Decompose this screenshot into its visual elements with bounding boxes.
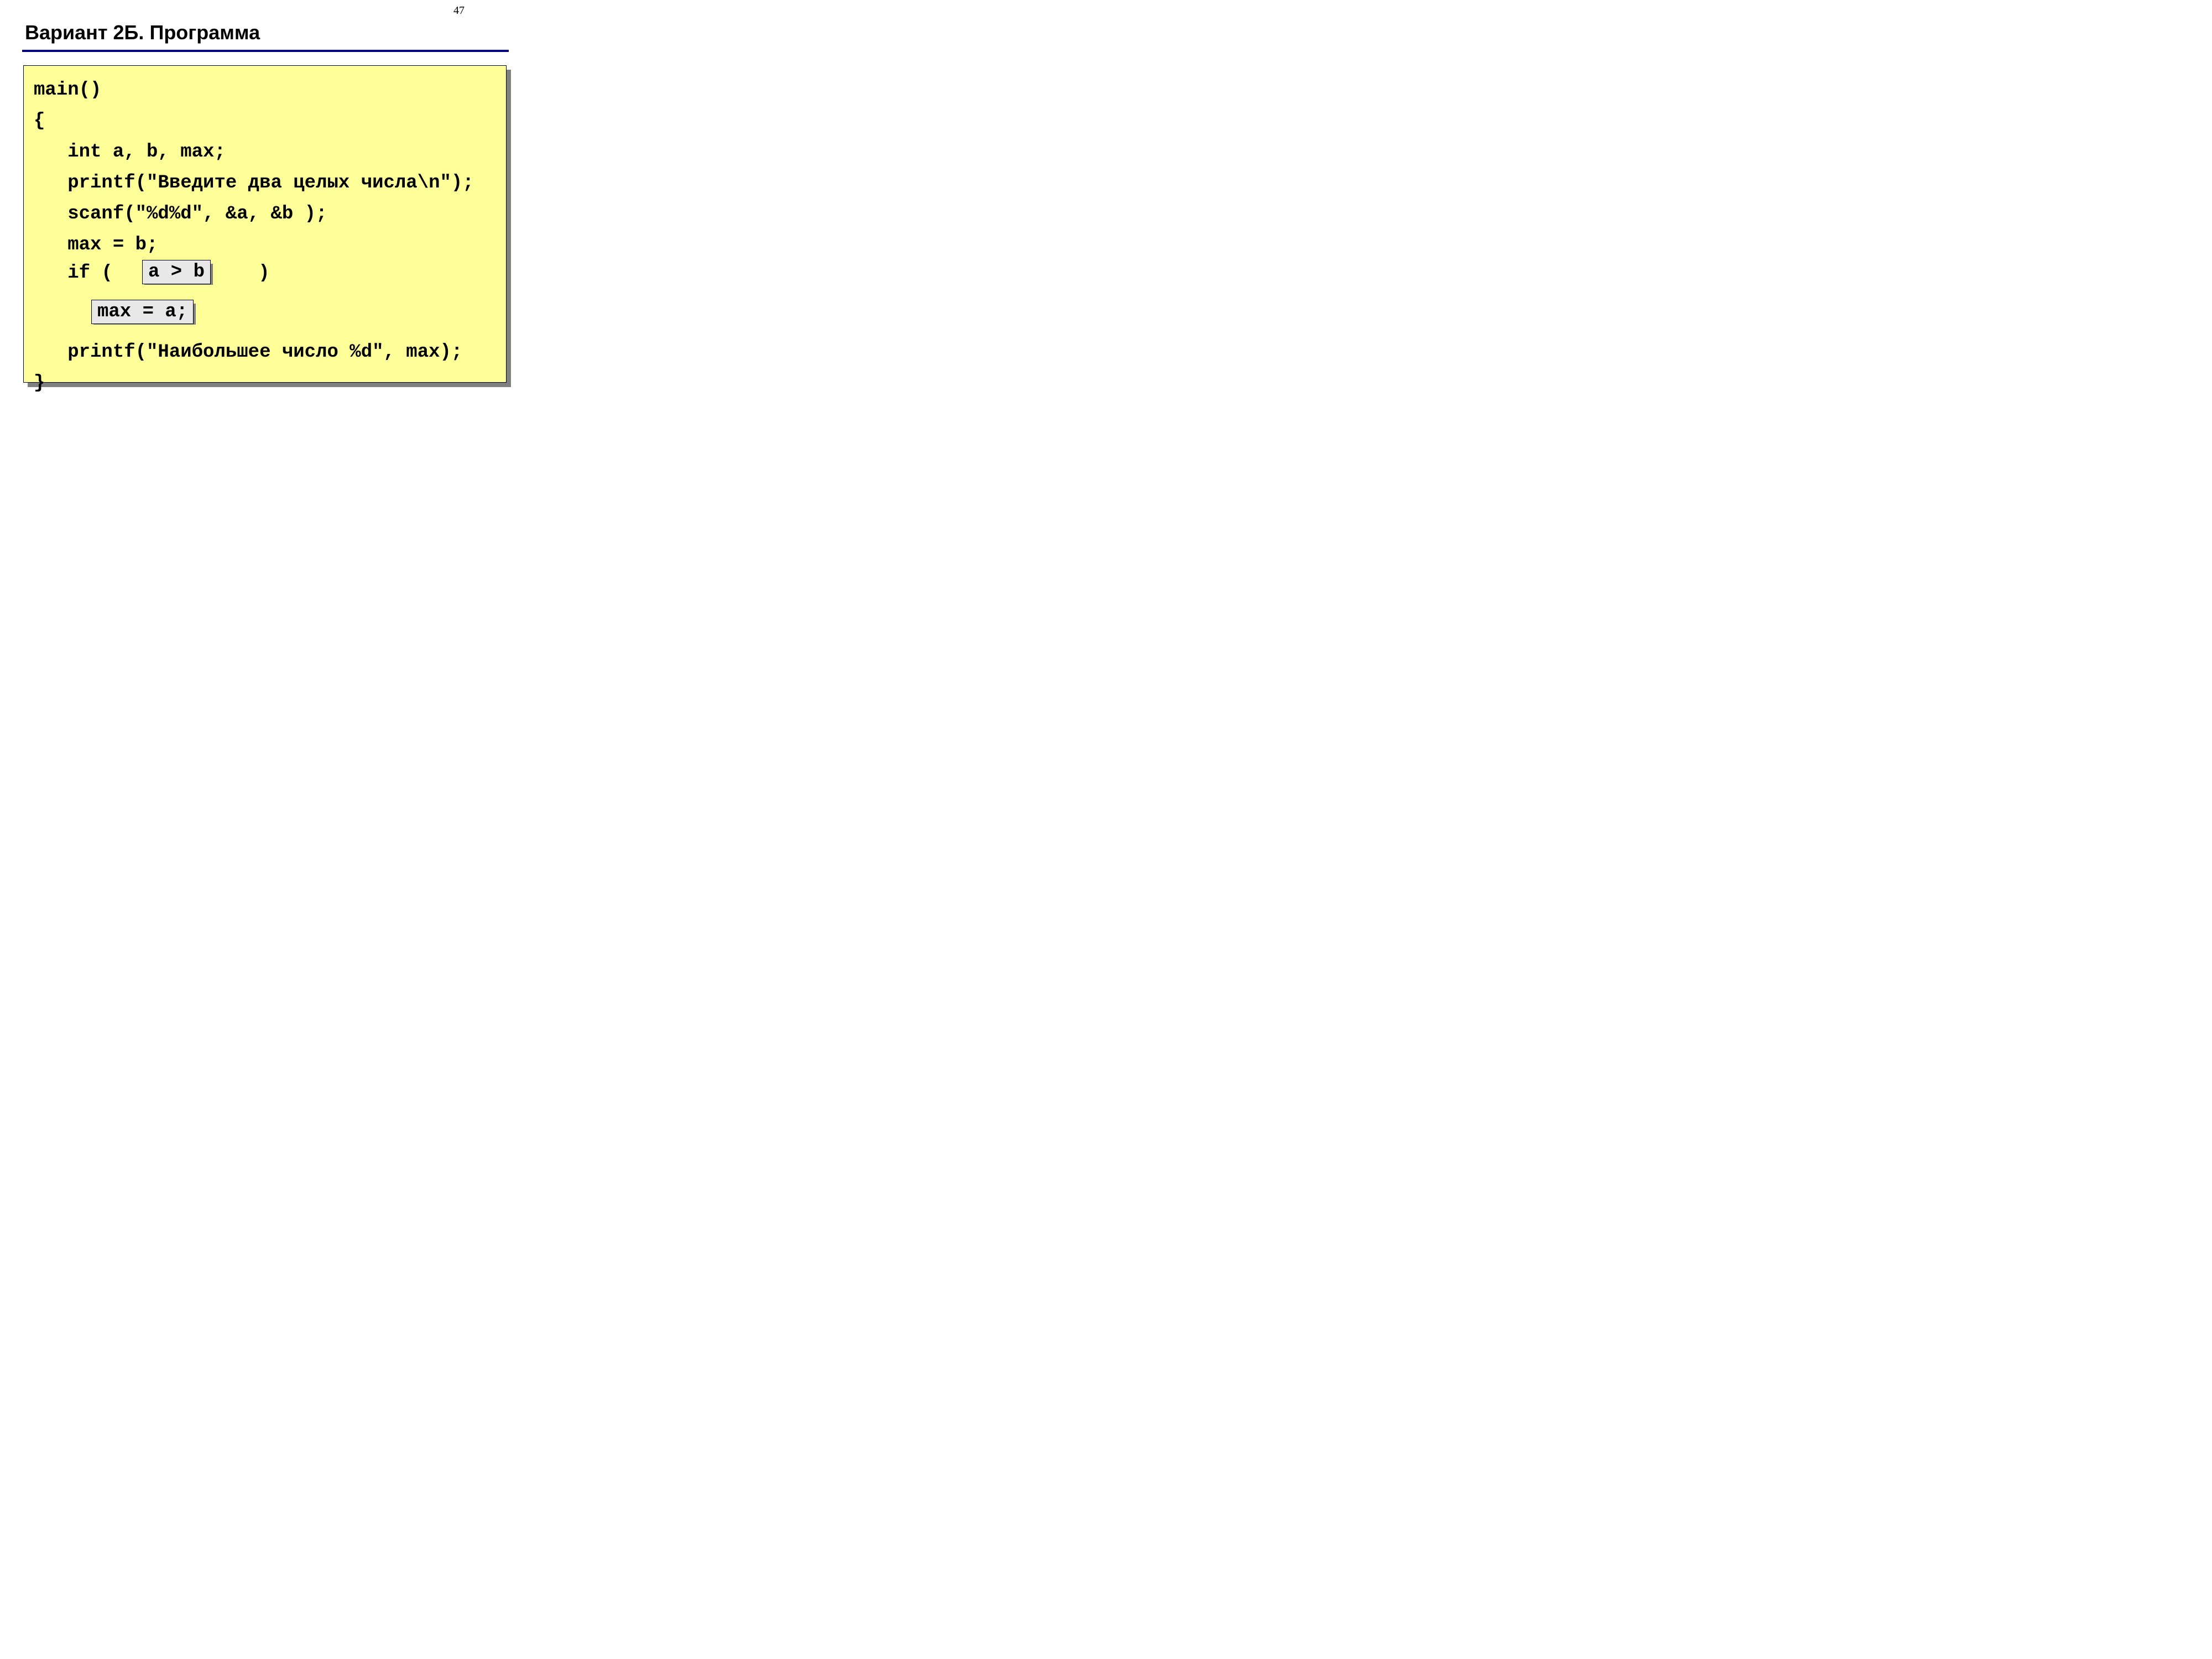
assign-box: max = a;: [91, 300, 194, 324]
code-line-7: if ( a > b ): [34, 262, 496, 298]
code-line-8: max = a;: [34, 298, 496, 338]
code-block: main() { int a, b, max; printf("Введите …: [23, 65, 507, 383]
if-right: ): [225, 263, 270, 284]
code-line-4: printf("Введите два целых числа\n");: [34, 169, 496, 200]
title-underline: [22, 50, 509, 52]
code-line-5: scanf("%d%d", &a, &b );: [34, 200, 496, 231]
condition-box-wrap: a > b: [142, 262, 211, 283]
code-line-1: main(): [34, 76, 496, 107]
if-left: if (: [34, 263, 124, 284]
code-line-9: printf("Наибольшее число %d", max);: [34, 338, 496, 369]
condition-box: a > b: [142, 260, 211, 284]
code-line-6: max = b;: [34, 231, 496, 262]
page-number: 47: [453, 4, 465, 17]
code-line-3: int a, b, max;: [34, 138, 496, 169]
assign-box-wrap: max = a;: [91, 301, 194, 322]
code-line-2: {: [34, 107, 496, 138]
page-title: Вариант 2Б. Программа: [25, 21, 260, 44]
code-line-10: }: [34, 369, 496, 400]
